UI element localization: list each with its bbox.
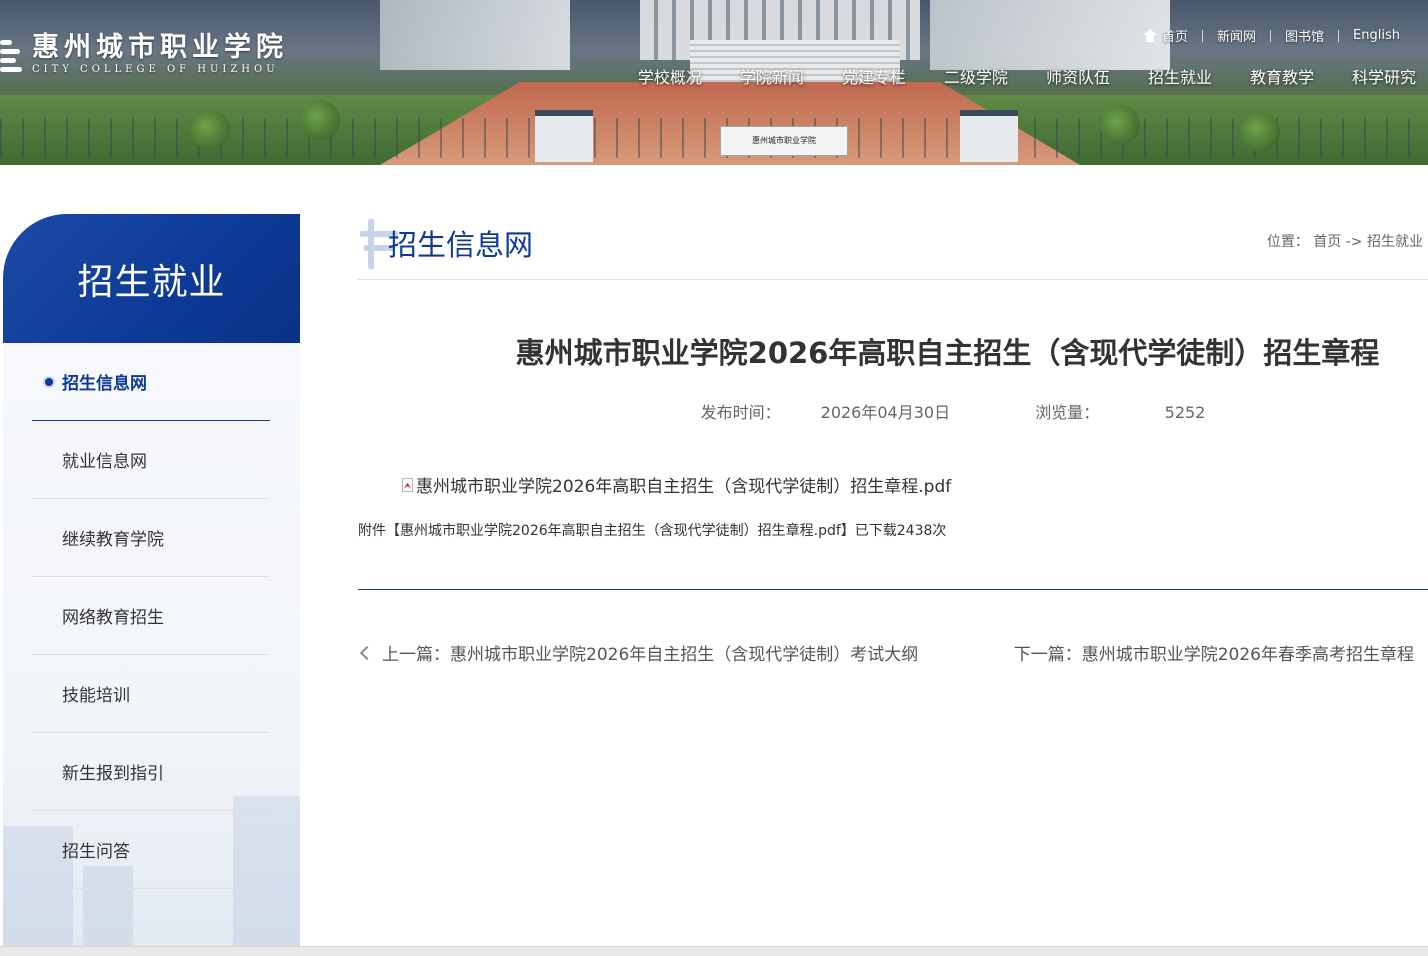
nav-item-news[interactable]: 学院新闻 xyxy=(740,64,804,88)
header-banner: 惠州城市职业学院 惠州城市职业学院 CITY COLLEGE OF HUIZHO… xyxy=(0,0,1428,165)
top-link-library[interactable]: 图书馆 xyxy=(1271,26,1338,45)
chevron-left-icon xyxy=(359,645,375,660)
banner-gatehouse xyxy=(535,110,593,162)
nav-item-teaching[interactable]: 教育教学 xyxy=(1250,64,1314,88)
top-link-news[interactable]: 新闻网 xyxy=(1203,26,1270,45)
sidebar-item-skills-training[interactable]: 技能培训 xyxy=(32,655,270,733)
logo-icon xyxy=(0,34,26,76)
horizontal-scrollbar[interactable] xyxy=(0,946,1428,956)
nav-item-party[interactable]: 党建专栏 xyxy=(842,64,906,88)
sidebar-item-employment[interactable]: 就业信息网 xyxy=(32,421,270,499)
prev-article-link[interactable]: 上一篇：惠州城市职业学院2026年自主招生（含现代学徒制）考试大纲 xyxy=(356,640,918,665)
college-logo[interactable]: 惠州城市职业学院 CITY COLLEGE OF HUIZHOU xyxy=(0,30,288,80)
main-nav: 学校概况 学院新闻 党建专栏 二级学院 师资队伍 招生就业 教育教学 科学研究 xyxy=(600,64,1416,88)
pdf-icon xyxy=(402,477,413,492)
section-title: 招生信息网 xyxy=(358,214,533,272)
breadcrumb-home[interactable]: 首页 xyxy=(1313,234,1341,250)
nav-item-faculty[interactable]: 师资队伍 xyxy=(1046,64,1110,88)
banner-tree xyxy=(190,110,230,150)
article-meta: 发布时间： 2026年04月30日 浏览量： 5252 xyxy=(358,399,1428,423)
banner-tree xyxy=(300,100,340,140)
sidebar-item-admissions-info[interactable]: 招生信息网 xyxy=(32,343,270,421)
top-link-home[interactable]: 首页 xyxy=(1129,26,1202,45)
next-article-link[interactable]: 下一篇：惠州城市职业学院2026年春季高考招生章程 xyxy=(1014,640,1414,665)
breadcrumb-current[interactable]: 招生就业 xyxy=(1367,234,1423,250)
gate-sign: 惠州城市职业学院 xyxy=(720,126,848,156)
nav-item-overview[interactable]: 学校概况 xyxy=(638,64,702,88)
top-links: 首页 新闻网 图书馆 English xyxy=(1129,26,1414,45)
logo-chinese-name: 惠州城市职业学院 xyxy=(32,32,288,63)
section-title-text: 招生信息网 xyxy=(388,228,534,262)
breadcrumb: 位置： 首页 -> 招生就业 xyxy=(1266,234,1423,250)
banner-tree xyxy=(1100,105,1140,145)
attachment-download-note: 附件【惠州城市职业学院2026年高职自主招生（含现代学徒制）招生章程.pdf】已… xyxy=(358,523,947,539)
nav-item-research[interactable]: 科学研究 xyxy=(1352,64,1416,88)
sidebar-item-continuing-education[interactable]: 继续教育学院 xyxy=(32,499,270,577)
sidebar-menu: 招生信息网 就业信息网 继续教育学院 网络教育招生 技能培训 新生报到指引 招生… xyxy=(32,343,270,889)
view-count: 浏览量： 5252 xyxy=(1035,403,1206,422)
sidebar-item-admissions-faq[interactable]: 招生问答 xyxy=(32,811,270,889)
sidebar-title: 招生就业 xyxy=(3,214,300,343)
divider xyxy=(358,589,1428,590)
home-icon xyxy=(1143,29,1157,42)
logo-english-name: CITY COLLEGE OF HUIZHOU xyxy=(32,64,279,75)
article-title: 惠州城市职业学院2026年高职自主招生（含现代学徒制）招生章程 xyxy=(515,336,1380,370)
publish-date: 发布时间： 2026年04月30日 xyxy=(700,403,951,422)
nav-item-admissions[interactable]: 招生就业 xyxy=(1148,64,1212,88)
banner-gatehouse xyxy=(960,110,1018,162)
divider xyxy=(358,279,1428,280)
attachment-link[interactable]: 惠州城市职业学院2026年高职自主招生（含现代学徒制）招生章程.pdf xyxy=(402,472,951,497)
sidebar-item-freshman-guide[interactable]: 新生报到指引 xyxy=(32,733,270,811)
top-link-english[interactable]: English xyxy=(1339,28,1414,43)
banner-tree xyxy=(1240,112,1280,152)
sidebar-item-online-education[interactable]: 网络教育招生 xyxy=(32,577,270,655)
active-dot-icon xyxy=(45,378,53,386)
nav-item-schools[interactable]: 二级学院 xyxy=(944,64,1008,88)
breadcrumb-separator: -> xyxy=(1345,234,1363,250)
banner-building xyxy=(380,0,570,70)
